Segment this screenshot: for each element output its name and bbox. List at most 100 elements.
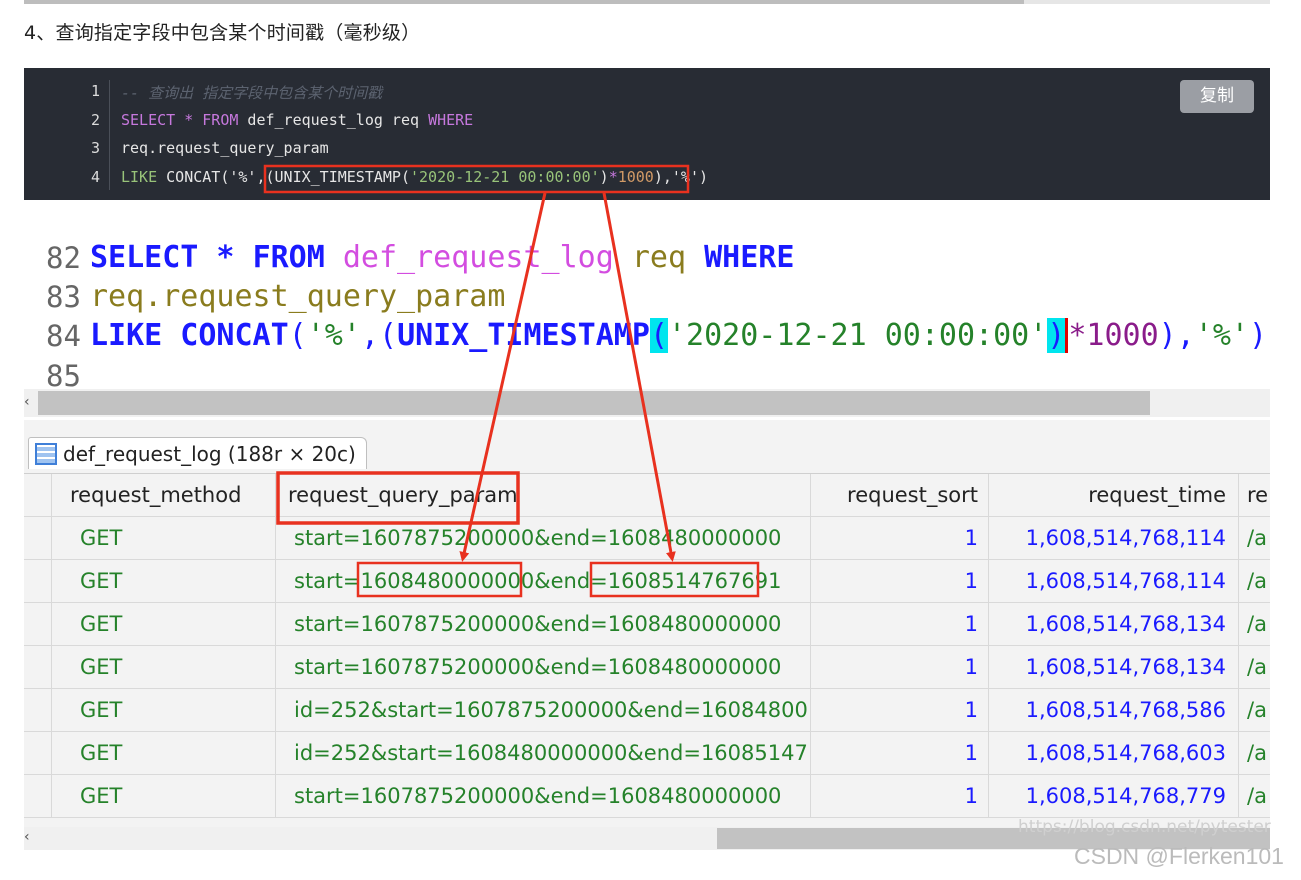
table-cell[interactable]: 1 [811,646,989,689]
code-comment: -- 查询出 指定字段中包含某个时间戳 [121,84,383,102]
code-close-paren: ) [599,168,609,186]
table-cell[interactable]: GET [52,603,276,646]
table-cell[interactable]: GET [52,689,276,732]
row-selector[interactable] [24,560,52,603]
table-row[interactable]: GET start=1607875200000&end=160848000000… [24,603,1270,646]
kw-like: LIKE [121,168,158,186]
column-header[interactable]: request_query_param [276,474,811,517]
code-unix-timestamp: UNIX_TIMESTAMP( [274,168,410,186]
paren-match-highlight: ) [1047,318,1066,353]
editor-line-number: 82 [46,241,81,275]
table-cell[interactable]: 1,608,514,768,603 [989,732,1239,775]
table-cell[interactable]: GET [52,560,276,603]
copy-button[interactable]: 复制 [1180,80,1254,113]
code-table-name: def_request_log req [238,111,429,129]
table-cell[interactable]: 1,608,514,768,114 [989,517,1239,560]
section-heading: 4、查询指定字段中包含某个时间戳（毫秒级） [24,22,421,44]
paren: ,( [360,318,398,353]
scroll-left-icon[interactable]: ‹ [24,394,30,410]
table-row[interactable]: GET id=252&start=1608480000000&end=16085… [24,732,1270,775]
table-cell[interactable]: GET [52,517,276,560]
code-tail: ),'%') [653,168,709,186]
editor-scrollbar-thumb[interactable] [38,391,1150,415]
table-cell[interactable]: /a [1239,560,1270,603]
row-selector[interactable] [24,732,52,775]
table-cell[interactable]: id=252&start=1608480000000&end=16085147.… [276,732,811,775]
code-line-4: LIKE CONCAT('%',(UNIX_TIMESTAMP('2020-12… [121,168,708,186]
table-cell[interactable]: GET [52,775,276,818]
kw-where: WHERE [428,111,474,129]
table-header-row: request_method request_query_param reque… [24,474,1270,517]
table-cell[interactable]: /a [1239,689,1270,732]
kw-like-concat: LIKE CONCAT [90,318,289,353]
table-cell[interactable]: 1 [811,517,989,560]
column-header[interactable]: re [1239,474,1270,517]
line-number: 2 [90,111,100,129]
row-selector-header[interactable] [24,474,52,517]
code-line-2: SELECT * FROM def_request_log req WHERE [121,111,473,129]
result-tab-label: def_request_log (188r × 20c) [63,442,356,466]
table-row[interactable]: GET start=1607875200000&end=160848000000… [24,775,1270,818]
table-cell[interactable]: 1,608,514,768,114 [989,560,1239,603]
table-cell[interactable]: 1 [811,560,989,603]
editor-date-string: '2020-12-21 00:00:00' [668,318,1048,353]
row-selector[interactable] [24,517,52,560]
paren-match-highlight: ( [649,318,668,353]
table-cell[interactable]: /a [1239,517,1270,560]
code-block: 1 2 3 4 -- 查询出 指定字段中包含某个时间戳 SELECT * FRO… [24,68,1270,200]
table-cell[interactable]: id=252&start=1607875200000&end=16084800.… [276,689,811,732]
table-cell[interactable]: 1,608,514,768,134 [989,603,1239,646]
table-cell[interactable]: GET [52,732,276,775]
table-row[interactable]: GET id=252&start=1607875200000&end=16084… [24,689,1270,732]
column-header[interactable]: request_time [989,474,1239,517]
editor-number: *1000 [1065,318,1159,353]
code-line-1: -- 查询出 指定字段中包含某个时间戳 [121,82,382,103]
editor-string: '%' [1194,318,1249,353]
table-cell[interactable]: start=1607875200000&end=1608480000000 [276,603,811,646]
table-cell[interactable]: /a [1239,646,1270,689]
table-cell[interactable]: /a [1239,775,1270,818]
csdn-watermark: CSDN @Flerken101 [1074,843,1284,869]
kw-select: SELECT [90,240,199,275]
editor-line-84: LIKE CONCAT('%',(UNIX_TIMESTAMP('2020-12… [90,318,1267,353]
table-cell[interactable]: 1,608,514,768,779 [989,775,1239,818]
table-cell[interactable]: 1 [811,732,989,775]
line-number: 4 [90,168,100,186]
table-cell-highlighted[interactable]: start=1608480000000&end=1608514767691 [276,560,811,603]
result-table: request_method request_query_param reque… [24,473,1270,818]
editor-unix-timestamp: UNIX_TIMESTAMP [397,318,650,353]
row-selector[interactable] [24,775,52,818]
line-number: 1 [90,82,100,100]
table-cell[interactable]: start=1607875200000&end=1608480000000 [276,517,811,560]
sql-editor[interactable]: 82 83 84 85 SELECT * FROM def_request_lo… [24,232,1270,393]
column-header[interactable]: request_method [52,474,276,517]
table-cell[interactable]: /a [1239,603,1270,646]
table-cell[interactable]: GET [52,646,276,689]
table-cell[interactable]: 1,608,514,768,134 [989,646,1239,689]
result-tab[interactable]: def_request_log (188r × 20c) [28,437,367,469]
table-row[interactable]: GET start=1607875200000&end=160848000000… [24,517,1270,560]
table-cell[interactable]: 1 [811,603,989,646]
scroll-left-icon[interactable]: ‹ [24,829,30,845]
table-row[interactable]: GET start=1607875200000&end=160848000000… [24,646,1270,689]
table-grid-icon [35,443,57,465]
row-selector[interactable] [24,646,52,689]
paren: ( [288,318,307,353]
row-selector[interactable] [24,603,52,646]
row-selector[interactable] [24,689,52,732]
table-cell[interactable]: 1,608,514,768,586 [989,689,1239,732]
kw-star: * [198,240,253,275]
code-mul: * [608,168,618,186]
top-scrollbar-thumb[interactable] [24,0,1024,4]
table-cell[interactable]: 1 [811,775,989,818]
editor-line-number: 85 [46,359,81,393]
table-cell[interactable]: start=1607875200000&end=1608480000000 [276,646,811,689]
table-cell[interactable]: start=1607875200000&end=1608480000000 [276,775,811,818]
column-header[interactable]: request_sort [811,474,989,517]
table-cell[interactable]: 1 [811,689,989,732]
editor-horizontal-scrollbar[interactable]: ‹ [24,389,1270,417]
kw-from: FROM [252,240,325,275]
table-row[interactable]: GET start=1608480000000&end=160851476769… [24,560,1270,603]
top-scrollbar[interactable] [24,0,1270,4]
table-cell[interactable]: /a [1239,732,1270,775]
